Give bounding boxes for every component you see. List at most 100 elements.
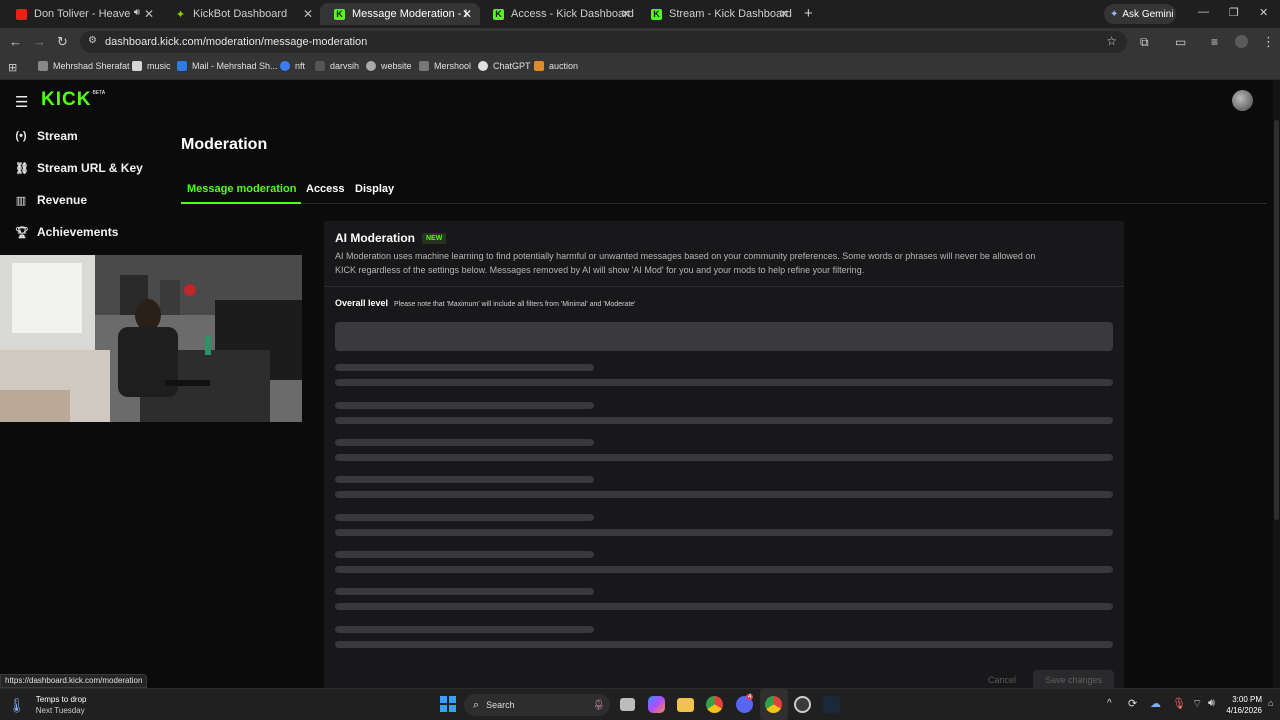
panel-divider <box>324 286 1124 287</box>
bookmark-item[interactable]: Mershool <box>419 61 471 71</box>
back-arrow-icon[interactable]: ← <box>9 34 22 50</box>
windows-start-icon[interactable] <box>440 696 456 712</box>
sidebar-item-achievements[interactable]: 🏆︎ Achievements <box>15 225 118 239</box>
clock[interactable]: 3:00 PM 4/16/2026 <box>1224 694 1262 716</box>
app-icon[interactable] <box>823 696 840 713</box>
close-tab-icon[interactable]: ✕ <box>779 7 789 21</box>
search-highlight-icon: 🌷︎ <box>592 699 605 711</box>
hamburger-menu-icon[interactable]: ☰ <box>15 93 28 111</box>
browser-menu-icon[interactable]: ⋮ <box>1262 34 1275 50</box>
bookmark-favicon-icon <box>280 61 290 71</box>
chrome-icon-active[interactable] <box>765 696 782 713</box>
profile-avatar[interactable] <box>1235 35 1248 48</box>
tab-display[interactable]: Display <box>355 183 394 195</box>
volume-icon[interactable]: 🔊︎ <box>1208 697 1215 710</box>
bookmark-item[interactable]: Mail - Mehrshad Sh... <box>177 61 278 71</box>
ai-moderation-panel: AI Moderation NEW AI Moderation uses mac… <box>324 221 1124 688</box>
site-info-icon[interactable]: ⚙ <box>88 35 97 46</box>
tab-message-moderation[interactable]: Message moderation <box>181 181 301 204</box>
browser-tabstrip: Don Toliver - Heaven Or He 🔊︎ ✕ ✦ KickBo… <box>0 0 1280 28</box>
close-tab-icon[interactable]: ✕ <box>303 7 313 21</box>
media-controls-icon[interactable]: ≡ <box>1211 34 1218 50</box>
ai-moderation-description: AI Moderation uses machine learning to f… <box>335 251 1036 275</box>
skeleton-label <box>335 626 594 633</box>
search-icon: ⌕ <box>473 698 480 711</box>
page-scrollbar[interactable] <box>1273 80 1280 688</box>
cast-icon[interactable]: ▭ <box>1175 34 1186 50</box>
cloud-icon[interactable]: ☁ <box>1150 697 1161 710</box>
thermometer-icon: 🌡︎ <box>8 696 26 713</box>
kick-icon: K <box>651 8 662 20</box>
skeleton-bar <box>335 417 1113 424</box>
bookmark-star-icon[interactable]: ☆ <box>1106 34 1117 48</box>
overall-level-skeleton <box>335 322 1113 351</box>
browser-tab[interactable]: ✦ KickBot Dashboard ✕ <box>161 3 321 25</box>
window-close-button[interactable]: ✕ <box>1259 6 1268 19</box>
bookmark-favicon-icon <box>419 61 429 71</box>
kick-icon: K <box>493 8 504 20</box>
tabs-divider <box>181 203 1267 204</box>
sidebar-item-stream[interactable]: (•) Stream <box>15 129 77 143</box>
close-tab-icon[interactable]: ✕ <box>462 7 472 21</box>
apps-grid-icon[interactable]: ⊞ <box>8 61 17 74</box>
browser-tab-active[interactable]: K Message Moderation - Kick Da ✕ <box>320 3 480 25</box>
chevron-up-icon[interactable]: ^ <box>1107 698 1112 709</box>
chatgpt-icon <box>478 61 488 71</box>
bookmark-item[interactable]: ChatGPT <box>478 61 531 71</box>
minimize-button[interactable]: — <box>1198 6 1209 18</box>
trophy-icon: 🏆︎ <box>15 226 29 239</box>
bookmark-favicon-icon <box>132 61 142 71</box>
taskbar-search[interactable]: ⌕ Search 🌷︎ <box>464 694 610 716</box>
speaker-icon[interactable]: 🔊︎ <box>134 7 140 18</box>
browser-tab[interactable]: K Stream - Kick Dashboard ✕ <box>637 3 797 25</box>
browser-tab[interactable]: Don Toliver - Heaven Or He 🔊︎ ✕ <box>2 3 162 25</box>
bookmark-item[interactable]: website <box>366 61 412 71</box>
wifi-icon[interactable]: ⌔ <box>1192 697 1202 711</box>
kickbot-icon: ✦ <box>175 8 186 21</box>
extensions-icon[interactable]: ⧉ <box>1140 34 1149 50</box>
maximize-button[interactable]: ❐ <box>1229 6 1239 19</box>
scrollbar-thumb[interactable] <box>1274 120 1279 520</box>
reload-icon[interactable]: ↻ <box>57 34 68 50</box>
notification-icon[interactable]: ⌂ <box>1268 698 1273 708</box>
close-tab-icon[interactable]: ✕ <box>144 7 154 21</box>
kick-logo[interactable]: KICK BETA <box>41 90 105 110</box>
skeleton-label <box>335 551 594 558</box>
bookmark-item[interactable]: darvsih <box>315 61 359 71</box>
skeleton-bar <box>335 603 1113 610</box>
address-bar[interactable]: ⚙ dashboard.kick.com/moderation/message-… <box>80 31 1127 53</box>
ask-gemini-button[interactable]: ✦ Ask Gemini <box>1104 4 1176 24</box>
skeleton-bar <box>335 641 1113 648</box>
close-tab-icon[interactable]: ✕ <box>621 7 631 21</box>
forward-arrow-icon[interactable]: → <box>33 34 46 50</box>
ai-moderation-header: AI Moderation NEW <box>335 231 447 245</box>
bookmark-favicon-icon <box>366 61 376 71</box>
save-changes-button[interactable]: Save changes <box>1033 670 1114 688</box>
new-badge: NEW <box>422 232 447 244</box>
sidebar-item-stream-url-key[interactable]: ⛓ Stream URL & Key <box>15 161 143 175</box>
bookmark-item[interactable]: Mehrshad Sherafat <box>38 61 130 71</box>
bookmark-item[interactable]: music <box>132 61 171 71</box>
file-explorer-icon[interactable] <box>677 698 694 712</box>
skeleton-label <box>335 364 594 371</box>
copilot-icon[interactable] <box>648 696 665 713</box>
new-tab-button[interactable]: + <box>804 5 813 22</box>
cancel-button[interactable]: Cancel <box>988 675 1016 685</box>
sync-icon[interactable]: ⟳ <box>1128 697 1137 710</box>
chrome-icon[interactable] <box>706 696 723 713</box>
bookmark-item[interactable]: nft <box>280 61 305 71</box>
user-avatar[interactable] <box>1232 90 1253 111</box>
bookmarks-bar: ⊞ Mehrshad Sherafat music Mail - Mehrsha… <box>0 56 1280 80</box>
microphone-icon[interactable]: 🎙︎ <box>1172 697 1186 710</box>
obs-icon[interactable] <box>794 696 811 713</box>
task-view-icon[interactable] <box>620 698 635 711</box>
skeleton-bar <box>335 529 1113 536</box>
kick-icon: K <box>334 8 345 20</box>
browser-tab[interactable]: K Access - Kick Dashboard ✕ <box>479 3 639 25</box>
bookmark-item[interactable]: auction <box>534 61 578 71</box>
youtube-icon <box>16 8 27 20</box>
sidebar-item-revenue[interactable]: ▥ Revenue <box>15 193 87 207</box>
weather-widget[interactable]: 🌡︎ Temps to drop Next Tuesday <box>8 694 86 716</box>
tab-access[interactable]: Access <box>306 183 345 195</box>
skeleton-label <box>335 439 594 446</box>
